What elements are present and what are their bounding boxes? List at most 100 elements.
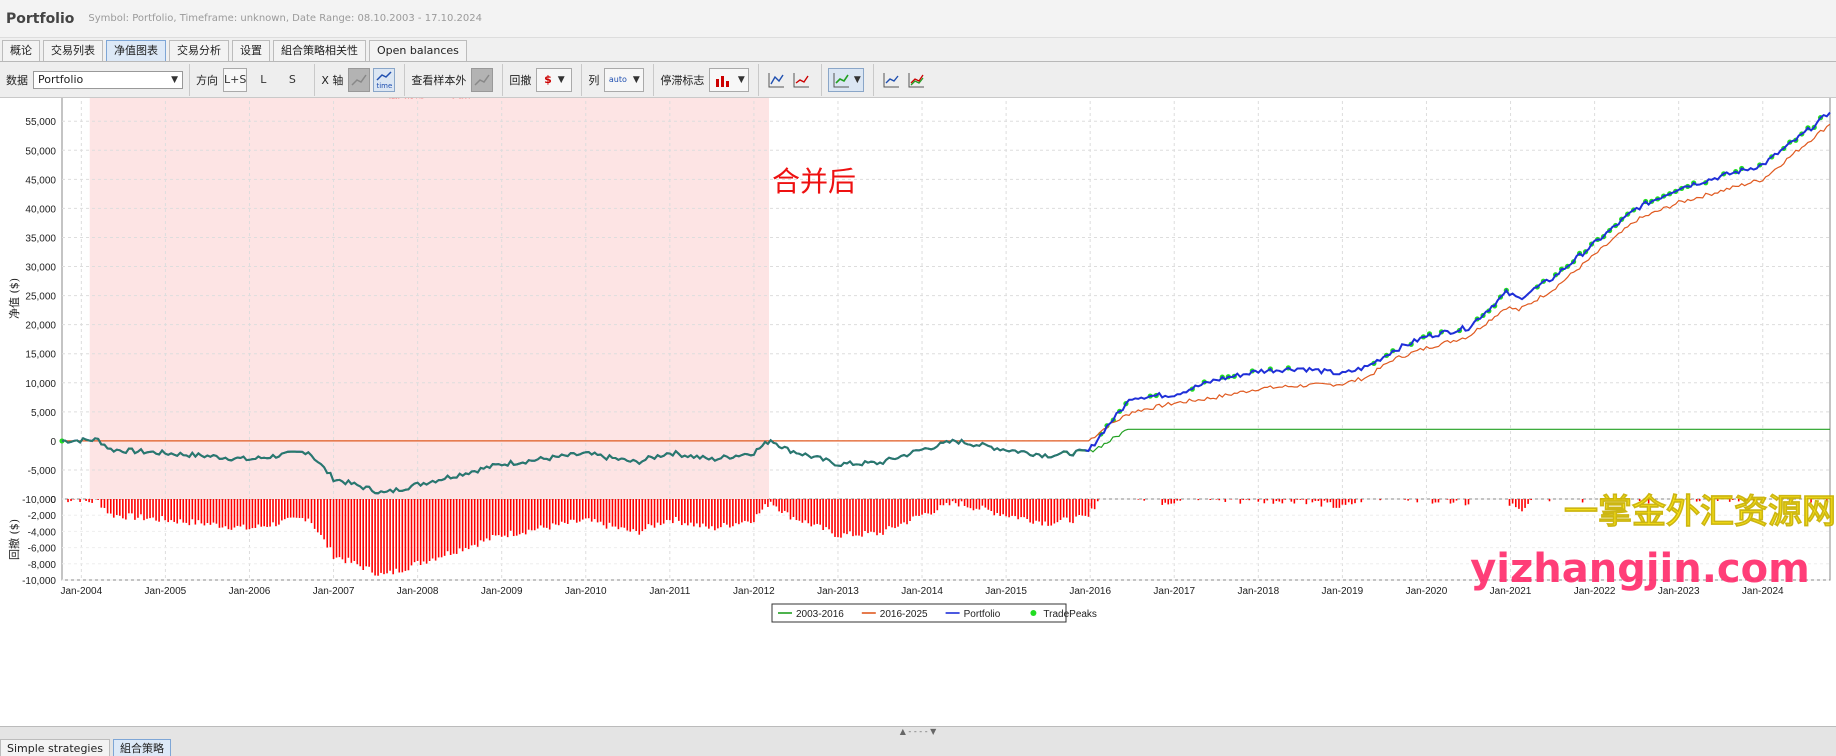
- window-title: Portfolio: [6, 10, 75, 27]
- y-tick-label: 25,000: [25, 292, 56, 303]
- bar-chart-icon[interactable]: [765, 68, 787, 92]
- bottom-tab-bar: Simple strategies 組合策略: [0, 739, 174, 756]
- direction-label: 方向: [196, 73, 218, 87]
- legend-label: 2003-2016: [796, 609, 844, 620]
- dd-axis-title: 回撤 ($): [7, 519, 21, 560]
- y-tick-label: 55,000: [25, 117, 56, 128]
- y-tick-label: 50,000: [25, 146, 56, 157]
- status-bar: ▲ - - - - ▼ Simple strategies 組合策略: [0, 726, 1836, 756]
- bottom-tab-0[interactable]: Simple strategies: [0, 739, 110, 756]
- column-label: 列: [588, 73, 600, 87]
- app-window: Portfolio Symbol: Portfolio, Timeframe: …: [0, 0, 1836, 756]
- x-tick-label: Jan-2004: [60, 586, 102, 597]
- oos-label: 查看样本外: [411, 73, 467, 87]
- direction-ls-button[interactable]: L+S: [223, 67, 248, 92]
- data-label: 数据: [6, 73, 28, 87]
- y-tick-label: 5,000: [31, 408, 56, 419]
- x-tick-label: Jan-2007: [313, 586, 355, 597]
- chart-style-group: [759, 63, 823, 96]
- tab-1[interactable]: 交易列表: [43, 40, 103, 61]
- data-select-value: Portfolio: [38, 73, 84, 86]
- stagnation-area: [89, 89, 770, 499]
- legend-swatch-tradepeaks: [1030, 610, 1037, 616]
- stagnation-label: 最大停滞: 2939 天数: [389, 98, 471, 100]
- chart-toolbar: 数据 Portfolio ▼ 方向 L+S L S X 轴 time 查看样本外: [0, 62, 1836, 98]
- y-tick-label: 30,000: [25, 263, 56, 274]
- dollar-glyph: $: [544, 73, 552, 86]
- dd-y-tick-label: 0: [50, 495, 56, 506]
- x-tick-label: Jan-2013: [817, 586, 859, 597]
- x-tick-label: Jan-2005: [145, 586, 187, 597]
- x-tick-label: Jan-2020: [1406, 586, 1448, 597]
- x-tick-label: Jan-2015: [985, 586, 1027, 597]
- auto-glyph: auto: [608, 75, 627, 84]
- series-chart-icon[interactable]: ▼: [828, 67, 865, 92]
- resize-handle[interactable]: ▲ - - - - ▼: [0, 727, 1836, 737]
- x-tick-label: Jan-2014: [901, 586, 943, 597]
- drawdown-label: 回撤: [509, 73, 532, 87]
- bottom-tab-1[interactable]: 組合策略: [112, 739, 171, 756]
- chevron-down-icon: ▼: [853, 74, 861, 85]
- y-tick-label: 0: [50, 437, 56, 448]
- x-tick-label: Jan-2019: [1322, 586, 1364, 597]
- tab-0[interactable]: 概论: [2, 40, 40, 61]
- direction-short-button[interactable]: S: [279, 68, 305, 92]
- series-group: ▼: [822, 63, 875, 96]
- dd-y-tick-label: -4,000: [28, 527, 57, 538]
- x-tick-label: Jan-2011: [649, 586, 690, 597]
- y-tick-label: 35,000: [25, 233, 56, 244]
- watermark-cn: 一掌金外汇资源网: [1564, 492, 1836, 532]
- single-equity-icon[interactable]: [880, 68, 902, 92]
- y-tick-label: 40,000: [25, 204, 56, 215]
- dd-y-tick-label: -8,000: [28, 560, 57, 571]
- direction-group: 方向 L+S L S: [190, 63, 316, 96]
- stagnation-icon[interactable]: ▼: [709, 67, 750, 92]
- data-select[interactable]: Portfolio ▼: [33, 70, 183, 89]
- oos-group: 查看样本外: [405, 63, 504, 96]
- column-auto-icon[interactable]: auto ▼: [604, 67, 645, 92]
- column-group: 列 auto ▼: [582, 63, 655, 96]
- tab-4[interactable]: 设置: [232, 40, 270, 61]
- chevron-down-icon: ▼: [171, 74, 178, 85]
- x-tick-label: Jan-2018: [1237, 586, 1279, 597]
- x-tick-label: Jan-2017: [1153, 586, 1195, 597]
- drawdown-group: 回撤 $ ▼: [503, 63, 583, 96]
- xaxis-trades-icon[interactable]: [348, 67, 371, 92]
- y-axis-title: 净值 ($): [7, 278, 21, 319]
- direction-long-button[interactable]: L: [250, 68, 276, 92]
- x-tick-label: Jan-2016: [1069, 586, 1111, 597]
- watermark-url: yizhangjin.com: [1470, 546, 1810, 592]
- drawdown-dollar-icon[interactable]: $ ▼: [536, 67, 573, 92]
- tab-6[interactable]: Open balances: [369, 40, 467, 61]
- stagnation-group: 停滞标志 ▼: [654, 63, 760, 96]
- x-tick-label: Jan-2009: [481, 586, 523, 597]
- multi-equity-icon[interactable]: [905, 68, 927, 92]
- tab-5[interactable]: 組合策略相关性: [273, 40, 366, 61]
- y-tick-label: 45,000: [25, 175, 56, 186]
- x-tick-label: Jan-2010: [565, 586, 607, 597]
- y-tick-label: 15,000: [25, 350, 56, 361]
- line-chart-icon[interactable]: [790, 68, 812, 92]
- tab-2[interactable]: 净值图表: [106, 40, 166, 61]
- chevron-down-icon: ▼: [737, 74, 745, 85]
- window-subtitle: Symbol: Portfolio, Timeframe: unknown, D…: [88, 13, 482, 24]
- stagnation-label: 停滞标志: [660, 73, 705, 87]
- dd-y-tick-label: -10,000: [22, 576, 56, 587]
- xaxis-group: X 轴 time: [315, 63, 406, 96]
- data-group: 数据 Portfolio ▼: [0, 63, 190, 96]
- y-tick-label: 10,000: [25, 379, 56, 390]
- x-tick-label: Jan-2012: [733, 586, 775, 597]
- x-tick-label: Jan-2006: [229, 586, 271, 597]
- merged-annotation: 合并后: [772, 165, 856, 198]
- legend-label: TradePeaks: [1043, 609, 1097, 620]
- oos-toggle-icon[interactable]: [471, 67, 494, 92]
- equity-chart: 最大停滞: 2939 天数 Jan-2004 Jan-2005 Jan-2006 Jan…: [7, 88, 1836, 623]
- x-tick-label: Jan-2008: [397, 586, 439, 597]
- tab-3[interactable]: 交易分析: [169, 40, 229, 61]
- legend-label: 2016-2025: [880, 609, 928, 620]
- legend-label: Portfolio: [964, 609, 1001, 620]
- dd-y-tick-label: -6,000: [28, 544, 57, 555]
- xaxis-time-icon[interactable]: time: [373, 67, 396, 92]
- time-icon-text: time: [376, 81, 393, 90]
- equity-chart-panel: 最大停滞: 2939 天数 Jan-2004 Jan-2005 Jan-2006 Jan…: [0, 88, 1836, 726]
